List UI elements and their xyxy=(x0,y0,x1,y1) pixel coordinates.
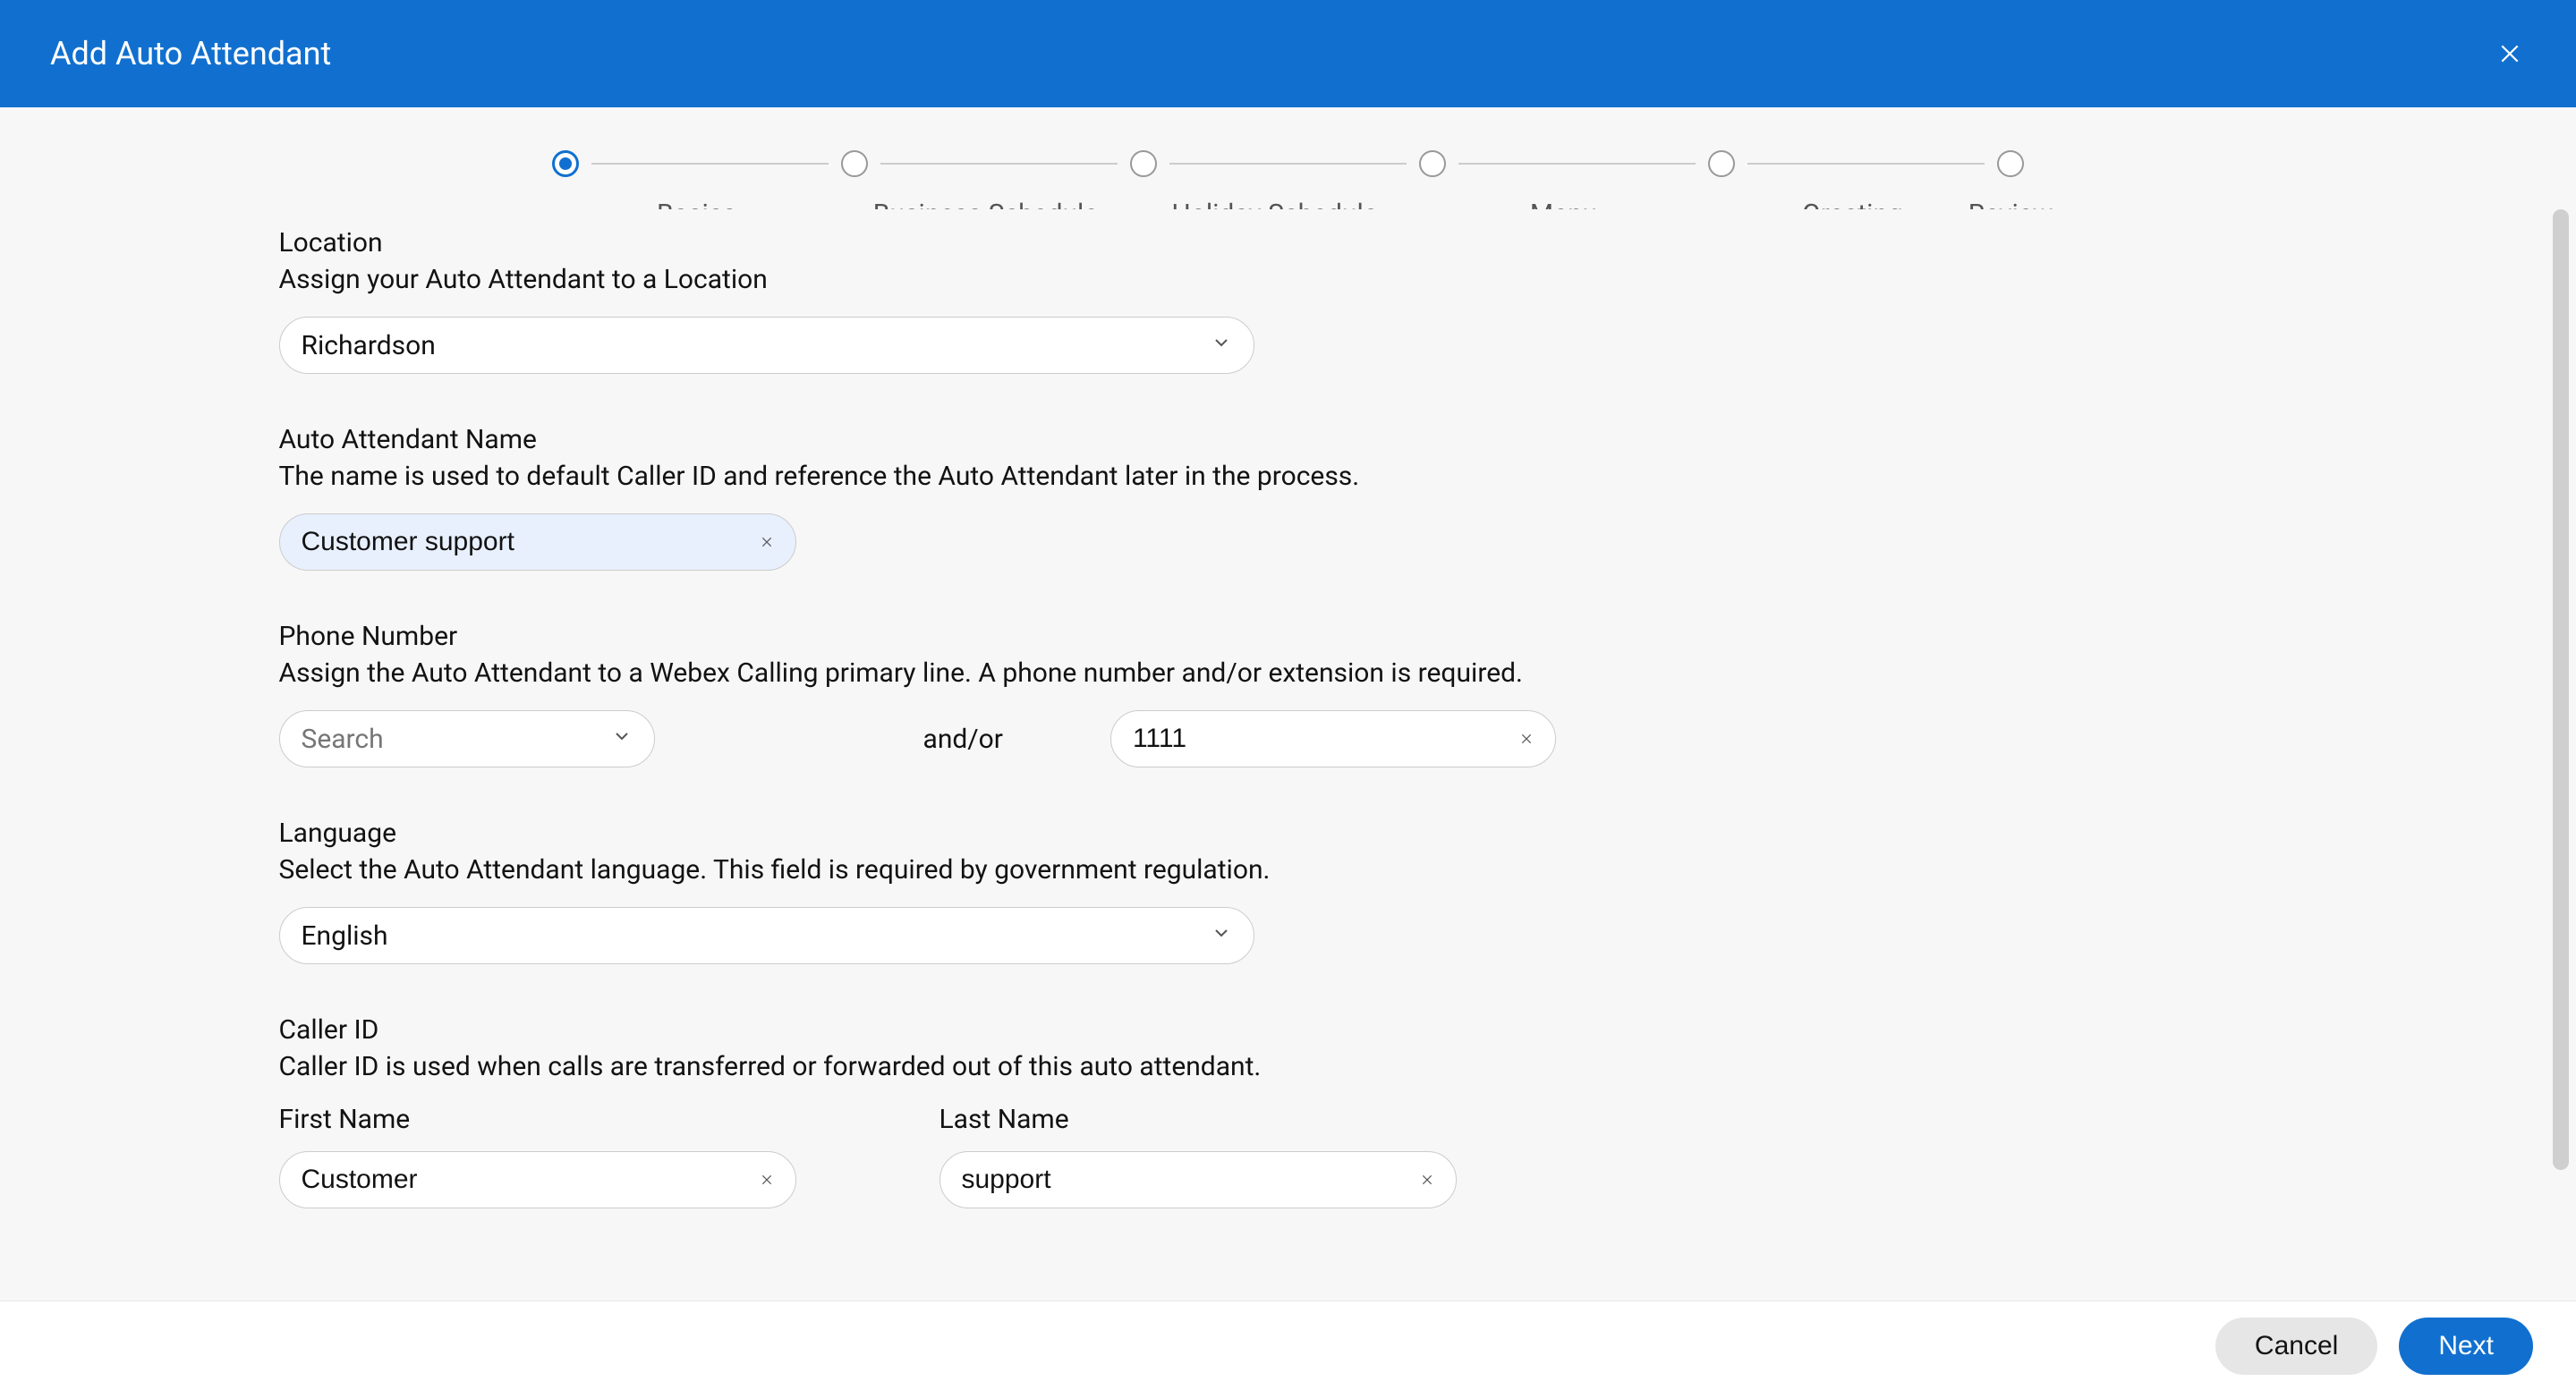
form-content: Location Assign your Auto Attendant to a… xyxy=(279,209,2298,1301)
step-line xyxy=(1458,163,1696,165)
next-button[interactable]: Next xyxy=(2399,1318,2533,1375)
name-group: Auto Attendant Name The name is used to … xyxy=(279,424,2298,571)
chevron-down-icon xyxy=(611,725,633,752)
first-name-label: First Name xyxy=(279,1104,796,1135)
and-or-text: and/or xyxy=(923,724,1003,755)
step-circle-holiday-schedule xyxy=(1130,150,1157,177)
language-select[interactable]: English xyxy=(279,907,1254,964)
phone-row: Search and/or xyxy=(279,710,2298,767)
extension-clear-button[interactable] xyxy=(1514,726,1539,751)
step-circle-menu xyxy=(1419,150,1446,177)
x-icon xyxy=(1421,1174,1433,1186)
last-name-input[interactable] xyxy=(962,1165,1364,1195)
phone-search-select[interactable]: Search xyxy=(279,710,655,767)
add-auto-attendant-modal: Add Auto Attendant Basics Bus xyxy=(0,0,2576,1390)
first-name-input[interactable] xyxy=(302,1165,703,1195)
step-menu: Menu xyxy=(1419,150,1708,177)
stepper: Basics Business Schedule Holiday Schedul… xyxy=(0,107,2576,209)
name-input[interactable] xyxy=(302,527,703,557)
modal-title: Add Auto Attendant xyxy=(50,35,331,72)
caller-id-label: Caller ID xyxy=(279,1014,2298,1046)
first-name-clear-button[interactable] xyxy=(754,1167,779,1192)
phone-label: Phone Number xyxy=(279,621,2298,652)
name-label: Auto Attendant Name xyxy=(279,424,2298,455)
location-select[interactable]: Richardson xyxy=(279,317,1254,374)
step-business-schedule: Business Schedule xyxy=(841,150,1130,177)
chevron-down-icon xyxy=(1211,332,1232,359)
language-value: English xyxy=(302,920,388,952)
footer: Cancel Next xyxy=(0,1301,2576,1390)
step-circle-greeting xyxy=(1708,150,1735,177)
chevron-down-icon xyxy=(1211,922,1232,949)
first-name-col: First Name xyxy=(279,1104,796,1208)
location-label: Location xyxy=(279,227,2298,259)
content-wrapper: Location Assign your Auto Attendant to a… xyxy=(0,209,2576,1301)
step-line xyxy=(880,163,1118,165)
step-line xyxy=(1169,163,1407,165)
step-basics: Basics xyxy=(552,150,841,177)
caller-id-desc: Caller ID is used when calls are transfe… xyxy=(279,1051,2298,1082)
stepper-inner: Basics Business Schedule Holiday Schedul… xyxy=(552,150,2024,177)
name-input-wrap xyxy=(279,513,796,571)
x-icon xyxy=(761,536,773,548)
name-desc: The name is used to default Caller ID an… xyxy=(279,461,2298,492)
step-circle-basics xyxy=(552,150,579,177)
step-line xyxy=(1747,163,1985,165)
close-icon xyxy=(2498,42,2521,65)
caller-id-group: Caller ID Caller ID is used when calls a… xyxy=(279,1014,2298,1208)
modal-header: Add Auto Attendant xyxy=(0,0,2576,107)
location-desc: Assign your Auto Attendant to a Location xyxy=(279,264,2298,295)
caller-id-row: First Name Last Name xyxy=(279,1104,2298,1208)
step-greeting: Greeting xyxy=(1708,150,1997,177)
step-review: Review xyxy=(1997,150,2024,177)
x-icon xyxy=(1520,733,1533,745)
cancel-button[interactable]: Cancel xyxy=(2215,1318,2377,1375)
scrollbar-thumb[interactable] xyxy=(2553,209,2569,1170)
phone-search-placeholder: Search xyxy=(302,724,384,755)
location-value: Richardson xyxy=(302,330,436,361)
first-name-input-wrap xyxy=(279,1151,796,1208)
extension-input[interactable] xyxy=(1133,724,1474,754)
x-icon xyxy=(761,1174,773,1186)
location-group: Location Assign your Auto Attendant to a… xyxy=(279,227,2298,374)
step-circle-review xyxy=(1997,150,2024,177)
name-clear-button[interactable] xyxy=(754,530,779,555)
step-circle-business-schedule xyxy=(841,150,868,177)
extension-input-wrap xyxy=(1110,710,1556,767)
phone-desc: Assign the Auto Attendant to a Webex Cal… xyxy=(279,657,2298,689)
last-name-clear-button[interactable] xyxy=(1415,1167,1440,1192)
last-name-input-wrap xyxy=(939,1151,1457,1208)
language-group: Language Select the Auto Attendant langu… xyxy=(279,818,2298,964)
language-label: Language xyxy=(279,818,2298,849)
last-name-col: Last Name xyxy=(939,1104,1457,1208)
scrollbar[interactable] xyxy=(2551,209,2571,1301)
last-name-label: Last Name xyxy=(939,1104,1457,1135)
step-line xyxy=(591,163,829,165)
close-button[interactable] xyxy=(2494,38,2526,70)
language-desc: Select the Auto Attendant language. This… xyxy=(279,854,2298,886)
step-holiday-schedule: Holiday Schedule xyxy=(1130,150,1419,177)
phone-group: Phone Number Assign the Auto Attendant t… xyxy=(279,621,2298,767)
